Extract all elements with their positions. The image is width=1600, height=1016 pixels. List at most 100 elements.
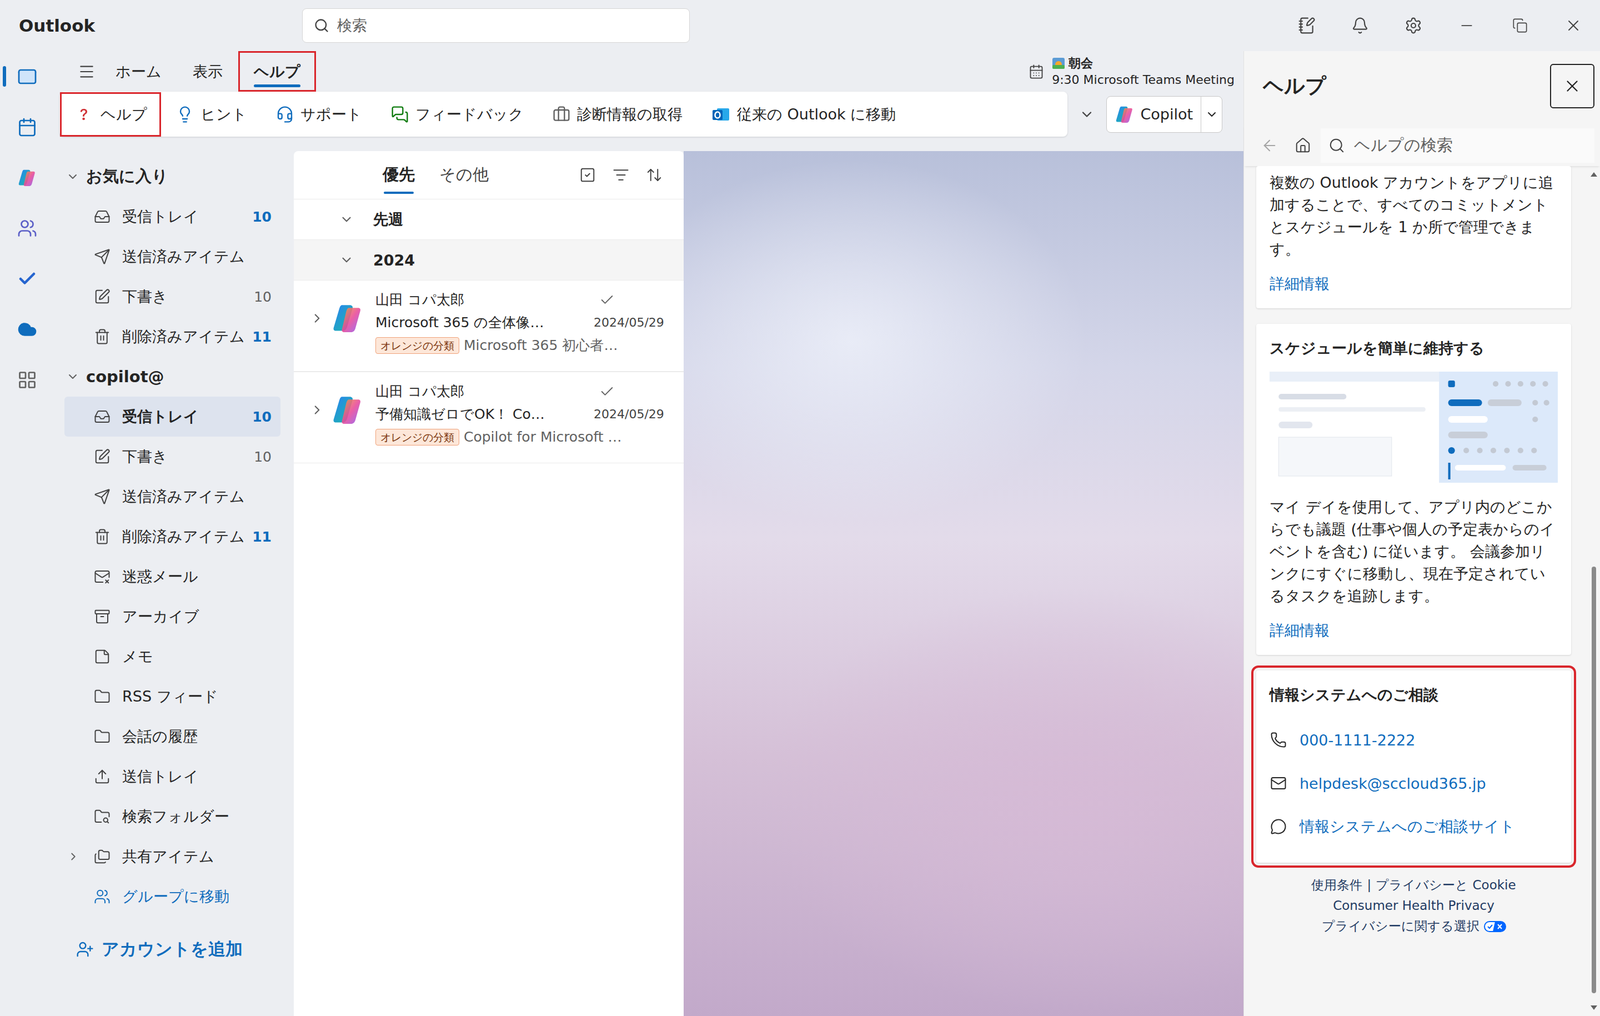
ribbon-tab[interactable]: ホーム	[99, 51, 178, 92]
minimize-button[interactable]	[1440, 0, 1494, 52]
folder-item[interactable]: アーカイブ	[64, 596, 281, 637]
rail-item[interactable]	[0, 152, 54, 203]
ribbon-button[interactable]: サポート	[264, 94, 374, 134]
drafts-icon	[93, 448, 111, 465]
close-button[interactable]	[1546, 0, 1600, 52]
help-footer: 使用条件|プライバシーと CookieConsumer Health Priva…	[1256, 874, 1572, 937]
folder-section-header[interactable]: お気に入り	[53, 156, 281, 197]
menu-button[interactable]	[73, 58, 100, 85]
folder-item[interactable]: 検索フォルダー	[64, 796, 281, 837]
rail-item[interactable]	[0, 101, 54, 153]
folder-label: 受信トレイ	[122, 406, 243, 427]
learn-more-link[interactable]: 詳細情報	[1269, 620, 1558, 641]
folder-section-header[interactable]: copilot@	[53, 356, 281, 397]
sort-icon[interactable]	[645, 166, 663, 184]
scroll-track[interactable]	[1587, 180, 1600, 1002]
folder-item[interactable]: 送信済みアイテム	[64, 476, 281, 517]
contact-link[interactable]: 000-1111-2222	[1269, 718, 1558, 762]
folder-item[interactable]: 削除済みアイテム11	[64, 516, 281, 557]
notifications-button[interactable]	[1333, 0, 1387, 52]
folder-item[interactable]: 共有アイテム	[64, 836, 281, 877]
outbox-icon	[93, 768, 111, 785]
folder-item[interactable]: 下書き10	[64, 276, 281, 317]
help-close-button[interactable]	[1550, 63, 1595, 109]
back-button[interactable]	[1254, 129, 1286, 162]
restore-button[interactable]	[1493, 0, 1547, 52]
folder-item[interactable]: 迷惑メール	[64, 556, 281, 597]
thread-expand[interactable]	[306, 301, 329, 335]
privacy-choices-link[interactable]: プライバシーに関する選択	[1321, 915, 1507, 937]
close-icon	[1562, 76, 1582, 96]
home-button[interactable]	[1287, 129, 1319, 162]
add-account-button[interactable]: アカウントを追加	[53, 924, 281, 975]
footer-link[interactable]: Consumer Health Privacy	[1332, 895, 1495, 916]
apps-icon	[17, 369, 38, 390]
rail-item[interactable]	[0, 202, 54, 254]
search-box[interactable]: 検索	[302, 8, 690, 43]
footer-link[interactable]: プライバシーと Cookie	[1375, 874, 1516, 896]
ribbon-button[interactable]: フィードバック	[379, 94, 535, 134]
app-body: ホーム表示ヘルプ 朝会9:30 Microsoft Teams Meeting ヘル…	[0, 51, 1600, 1016]
scroll-down-icon[interactable]	[1590, 1004, 1598, 1011]
ribbon-button[interactable]: 従来の Outlook に移動	[700, 94, 907, 134]
folder-label: 削除済みアイテム	[122, 326, 243, 347]
my-day-button[interactable]	[1280, 0, 1334, 52]
notes-icon	[93, 648, 111, 665]
ribbon-button[interactable]: 診断情報の取得	[541, 94, 694, 134]
chevron-right-icon[interactable]	[67, 850, 80, 863]
rail-item[interactable]	[0, 253, 54, 304]
folder-item[interactable]: 送信トレイ	[64, 756, 281, 797]
rail-item[interactable]	[0, 354, 54, 405]
copilot-dropdown[interactable]	[1200, 96, 1222, 133]
rail-item[interactable]	[0, 51, 54, 102]
message-group[interactable]: 2024	[293, 239, 684, 280]
calendar-icon	[17, 117, 38, 138]
minimize-icon	[1458, 17, 1476, 34]
message-row[interactable]: 山田 コパ太郎Microsoft 365 の全体像…2024/05/29オレンジ…	[293, 279, 684, 372]
add-account-icon	[76, 940, 94, 959]
folder-icon-slot	[92, 608, 113, 625]
message-group[interactable]: 先週	[293, 198, 684, 240]
folder-label: 受信トレイ	[122, 206, 243, 227]
help-scrollbar[interactable]	[1587, 166, 1600, 1016]
rail-item[interactable]	[0, 303, 54, 355]
settings-button[interactable]	[1386, 0, 1441, 52]
footer-link[interactable]: 使用条件	[1311, 874, 1363, 896]
copilot-button[interactable]: Copilot	[1106, 96, 1223, 133]
folder-item[interactable]: 下書き10	[64, 436, 281, 477]
ribbon-expand-button[interactable]	[1072, 97, 1101, 132]
scroll-up-icon[interactable]	[1590, 171, 1598, 178]
filter-icon[interactable]	[612, 166, 630, 184]
folder-item[interactable]: メモ	[64, 636, 281, 677]
inbox-tab[interactable]: 優先	[377, 163, 421, 187]
search-placeholder: 検索	[337, 15, 368, 36]
ribbon-button[interactable]: ヘルプ	[62, 94, 159, 134]
upcoming-event[interactable]: 朝会9:30 Microsoft Teams Meeting	[1028, 54, 1235, 89]
ribbon-button[interactable]: ヒント	[164, 94, 259, 134]
folder-icon-slot	[92, 448, 113, 465]
phone-icon	[1270, 731, 1287, 749]
thread-expand[interactable]	[306, 393, 329, 427]
expand-slot[interactable]	[64, 850, 83, 863]
folder-item[interactable]: 受信トレイ10	[64, 396, 281, 437]
help-search-field[interactable]: ヘルプの検索	[1320, 128, 1595, 163]
inbox-tab[interactable]: その他	[433, 163, 495, 187]
contact-link[interactable]: helpdesk@sccloud365.jp	[1269, 761, 1558, 805]
scroll-thumb[interactable]	[1591, 566, 1597, 994]
folder-item[interactable]: 送信済みアイテム	[64, 236, 281, 277]
ribbon-tab[interactable]: 表示	[177, 51, 239, 92]
ribbon-tabs: ホーム表示ヘルプ 朝会9:30 Microsoft Teams Meeting	[53, 51, 1244, 92]
folder-item[interactable]: RSS フィード	[64, 676, 281, 717]
category-tag: オレンジの分類	[375, 428, 460, 446]
folder-item[interactable]: 受信トレイ10	[64, 196, 281, 237]
ribbon-tab[interactable]: ヘルプ	[238, 51, 317, 92]
contact-link[interactable]: 情報システムへのご相談サイト	[1269, 804, 1558, 849]
folder-item[interactable]: 削除済みアイテム11	[64, 316, 281, 357]
group-link[interactable]: グループに移動	[64, 876, 281, 917]
message-row[interactable]: 山田 コパ太郎予備知識ゼロでOK！ Co…2024/05/29オレンジの分類Co…	[293, 371, 684, 464]
hamburger-icon	[77, 62, 96, 81]
learn-more-link[interactable]: 詳細情報	[1269, 273, 1558, 294]
select-icon[interactable]	[579, 166, 596, 184]
folder-item[interactable]: 会話の履歴	[64, 716, 281, 757]
title-bar: Outlook検索	[0, 0, 1600, 52]
